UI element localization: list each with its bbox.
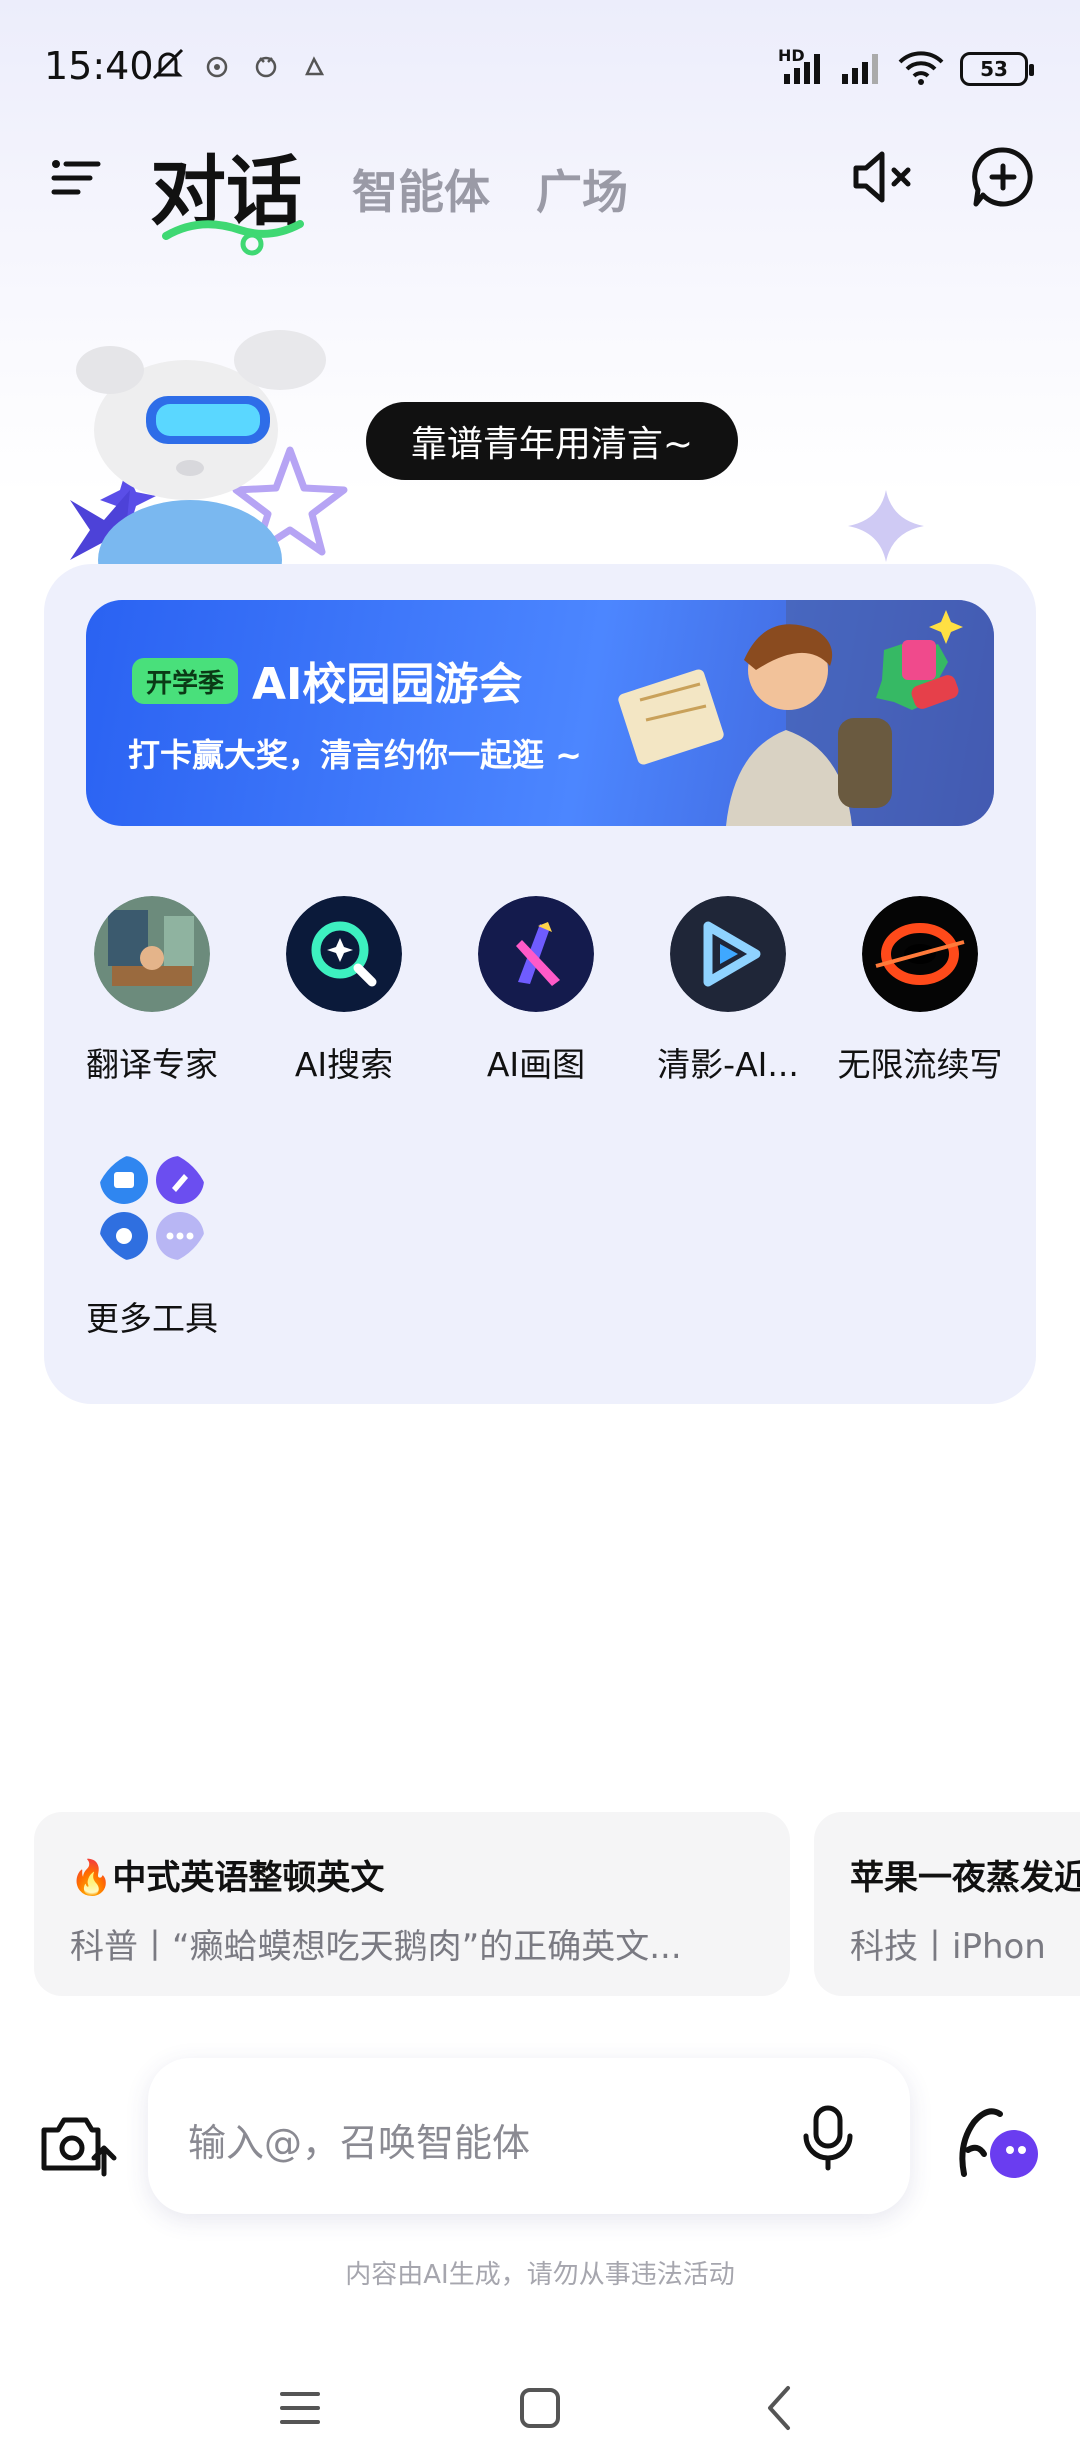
mute-speaker-icon[interactable] bbox=[848, 142, 918, 212]
tools-card: 开学季 AI校园园游会 打卡赢大奖，清言约你一起逛 ~ 翻译专家 AI搜索 AI… bbox=[44, 564, 1036, 1404]
suggestion-card[interactable]: 苹果一夜蒸发近 科技丨iPhone bbox=[814, 1812, 1080, 1996]
home-icon[interactable] bbox=[510, 2378, 570, 2438]
suggestion-title: 🔥中式英语整顿英文 bbox=[70, 1858, 385, 1898]
tool-infinite-writing[interactable]: 无限流续写 bbox=[824, 896, 1016, 1086]
ai-draw-icon bbox=[478, 896, 594, 1012]
tool-label: 无限流续写 bbox=[837, 1045, 1003, 1084]
battery-indicator: 53 bbox=[960, 52, 1034, 86]
tool-ai-draw[interactable]: AI画图 bbox=[440, 896, 632, 1086]
app-notification-icon-2 bbox=[255, 56, 277, 78]
tool-label: 清影-AI... bbox=[657, 1045, 799, 1084]
active-tab-indicator bbox=[162, 220, 304, 256]
signal-icon-2 bbox=[842, 54, 878, 84]
microphone-icon[interactable] bbox=[798, 2102, 858, 2172]
signal-icon bbox=[784, 54, 820, 84]
tool-more-tools[interactable]: 更多工具 bbox=[56, 1150, 248, 1340]
tab-plaza[interactable]: 广场 bbox=[536, 156, 628, 222]
top-header: 对话 智能体 广场 bbox=[0, 130, 1080, 256]
app-notification-icon bbox=[206, 56, 228, 78]
voice-agent-icon[interactable] bbox=[954, 2104, 1044, 2184]
back-icon[interactable] bbox=[750, 2378, 810, 2438]
banner-title: AI校园园游会 bbox=[252, 659, 523, 710]
suggestion-card[interactable]: 🔥中式英语整顿英文 科普丨“癞蛤蟆想吃天鹅肉”的正确英文... bbox=[34, 1812, 790, 1996]
bell-muted-icon bbox=[152, 48, 184, 80]
translate-expert-icon bbox=[94, 896, 210, 1012]
new-chat-icon[interactable] bbox=[968, 142, 1038, 212]
ai-disclaimer: 内容由AI生成，请勿从事违法活动 bbox=[345, 2260, 735, 2290]
status-time: 15:40 bbox=[44, 44, 154, 88]
wifi-icon bbox=[898, 51, 944, 85]
suggestion-title: 苹果一夜蒸发近 bbox=[850, 1858, 1080, 1898]
system-nav-bar bbox=[0, 2360, 1080, 2460]
infinite-writing-icon bbox=[862, 896, 978, 1012]
tool-ai-search[interactable]: AI搜索 bbox=[248, 896, 440, 1086]
menu-icon[interactable] bbox=[48, 150, 104, 206]
qingying-video-icon bbox=[670, 896, 786, 1012]
banner-badge: 开学季 bbox=[132, 658, 239, 704]
tool-qingying[interactable]: 清影-AI... bbox=[632, 896, 824, 1086]
suggestion-subtitle: 科技丨iPhone bbox=[850, 1927, 1044, 1967]
recent-apps-icon[interactable] bbox=[270, 2378, 330, 2438]
tool-label: 翻译专家 bbox=[86, 1045, 218, 1084]
chat-input-placeholder: 输入@，召唤智能体 bbox=[188, 2121, 531, 2165]
tab-agents[interactable]: 智能体 bbox=[352, 156, 490, 222]
campus-event-banner[interactable]: 开学季 AI校园园游会 打卡赢大奖，清言约你一起逛 ~ bbox=[86, 600, 994, 826]
tool-label: 更多工具 bbox=[86, 1299, 218, 1338]
chat-input[interactable]: 输入@，召唤智能体 bbox=[148, 2058, 910, 2214]
more-tools-icon bbox=[100, 1156, 204, 1260]
banner-illustration bbox=[618, 600, 994, 826]
banner-subtitle: 打卡赢大奖，清言约你一起逛 ~ bbox=[128, 736, 582, 774]
tool-label: AI画图 bbox=[486, 1045, 586, 1084]
mascot-speech-bubble: 靠谱青年用清言~ bbox=[366, 402, 738, 480]
tool-translate-expert[interactable]: 翻译专家 bbox=[56, 896, 248, 1086]
ai-search-icon bbox=[286, 896, 402, 1012]
status-bar: 15:40 HD 53 bbox=[0, 0, 1080, 130]
app-notification-icon-3 bbox=[305, 56, 325, 76]
tool-label: AI搜索 bbox=[294, 1045, 394, 1084]
fire-icon: 🔥 bbox=[70, 1858, 113, 1898]
decorative-star-icon bbox=[848, 490, 924, 562]
suggestion-subtitle: 科普丨“癞蛤蟆想吃天鹅肉”的正确英文... bbox=[70, 1927, 682, 1967]
camera-upload-icon[interactable] bbox=[38, 2108, 118, 2178]
